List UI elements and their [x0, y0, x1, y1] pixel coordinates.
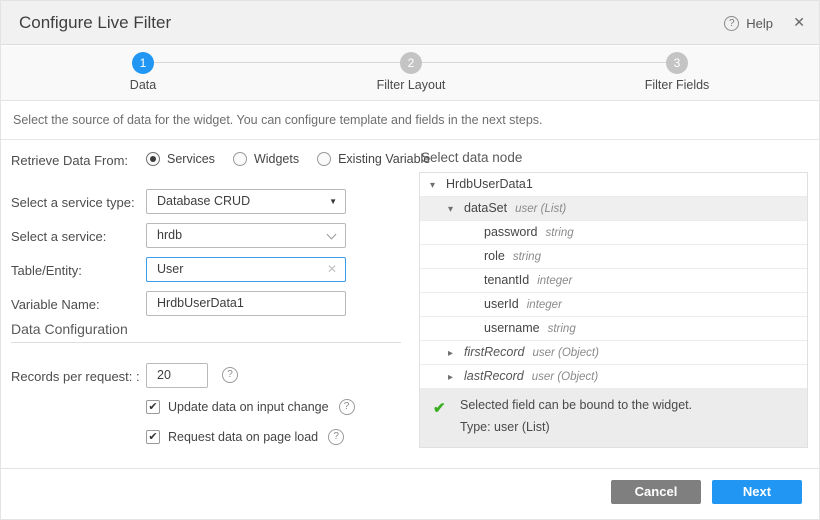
step-2-label: Filter Layout: [341, 78, 481, 92]
tree-node-type: integer: [527, 299, 562, 311]
radio-services-label: Services: [167, 152, 215, 166]
step-description: Select the source of data for the widget…: [1, 102, 819, 140]
tree-row-tenantid[interactable]: tenantId integer: [420, 269, 807, 293]
records-per-request-label: Records per request: :: [11, 369, 140, 384]
retrieve-data-from-radios: Services Widgets Existing Variable: [146, 152, 430, 166]
tree-row-password[interactable]: password string: [420, 221, 807, 245]
tree-node-type: user (Object): [532, 347, 598, 359]
chevron-down-icon: [327, 230, 337, 240]
success-check-icon: ✔: [433, 399, 446, 417]
tree-node-name: firstRecord: [464, 345, 524, 359]
service-label: Select a service:: [11, 229, 106, 244]
tree-row-role[interactable]: role string: [420, 245, 807, 269]
tree-node-type: integer: [537, 275, 572, 287]
step-1-label: Data: [73, 78, 213, 92]
service-type-select[interactable]: Database CRUD ▼: [146, 189, 346, 214]
tree-node-name: dataSet: [464, 201, 507, 215]
tree-node-type: user (List): [515, 203, 566, 215]
table-entity-label: Table/Entity:: [11, 263, 82, 278]
variable-name-input[interactable]: HrdbUserData1: [146, 291, 346, 316]
update-data-label: Update data on input change: [168, 400, 329, 414]
tree-row-dataset[interactable]: ▾dataSet user (List): [420, 197, 807, 221]
tree-node-type: string: [546, 227, 574, 239]
help-icon: ?: [724, 16, 739, 31]
caret-down-icon[interactable]: ▾: [430, 174, 446, 197]
tree-node-name: HrdbUserData1: [446, 177, 533, 191]
retrieve-data-from-label: Retrieve Data From:: [11, 153, 128, 168]
close-icon[interactable]: ✕: [793, 1, 805, 44]
tree-node-name: tenantId: [484, 273, 529, 287]
variable-name-label: Variable Name:: [11, 297, 100, 312]
table-entity-input[interactable]: User ✕: [146, 257, 346, 282]
service-select[interactable]: hrdb: [146, 223, 346, 248]
cancel-button[interactable]: Cancel: [611, 480, 701, 504]
tree-row-userid[interactable]: userId integer: [420, 293, 807, 317]
caret-right-icon[interactable]: ▸: [448, 342, 464, 365]
step-1-circle[interactable]: 1: [132, 52, 154, 74]
caret-right-icon[interactable]: ▸: [448, 366, 464, 389]
binding-status-box: ✔ Selected field can be bound to the wid…: [420, 389, 807, 447]
tree-node-type: string: [548, 323, 576, 335]
service-type-value: Database CRUD: [157, 194, 250, 208]
request-data-label: Request data on page load: [168, 430, 318, 444]
footer-divider: [1, 468, 819, 469]
radio-services[interactable]: [146, 152, 160, 166]
request-data-help-icon[interactable]: ?: [328, 429, 344, 445]
request-data-checkbox-row: ✔ Request data on page load ?: [146, 429, 344, 445]
dropdown-arrow-icon: ▼: [329, 190, 337, 213]
titlebar: Configure Live Filter ? Help ✕: [1, 1, 819, 45]
update-data-checkbox[interactable]: ✔: [146, 400, 160, 414]
dialog-title: Configure Live Filter: [19, 1, 171, 44]
binding-status-line1: Selected field can be bound to the widge…: [460, 398, 692, 412]
tree-row-firstrecord[interactable]: ▸firstRecord user (Object): [420, 341, 807, 365]
tree-node-name: username: [484, 321, 540, 335]
tree-node-type: user (Object): [532, 371, 598, 383]
tree-node-name: lastRecord: [464, 369, 524, 383]
tree-row-lastrecord[interactable]: ▸lastRecord user (Object): [420, 365, 807, 389]
table-entity-value: User: [157, 262, 183, 276]
step-3-circle[interactable]: 3: [666, 52, 688, 74]
request-data-checkbox[interactable]: ✔: [146, 430, 160, 444]
tree-node-type: string: [513, 251, 541, 263]
variable-name-value: HrdbUserData1: [157, 296, 244, 310]
tree-node-name: password: [484, 225, 538, 239]
radio-existing-variable[interactable]: [317, 152, 331, 166]
tree-node-name: role: [484, 249, 505, 263]
tree-node-name: userId: [484, 297, 519, 311]
records-help-icon[interactable]: ?: [222, 367, 238, 383]
section-divider: [11, 342, 401, 343]
help-button[interactable]: ? Help: [724, 1, 773, 45]
records-per-request-value: 20: [157, 368, 171, 382]
data-configuration-heading: Data Configuration: [11, 321, 128, 337]
service-type-label: Select a service type:: [11, 195, 135, 210]
select-data-node-heading: Select data node: [421, 150, 522, 165]
radio-widgets[interactable]: [233, 152, 247, 166]
radio-existing-variable-label: Existing Variable: [338, 152, 430, 166]
step-2-circle[interactable]: 2: [400, 52, 422, 74]
update-data-checkbox-row: ✔ Update data on input change ?: [146, 399, 355, 415]
step-3-label: Filter Fields: [607, 78, 747, 92]
tree-row-hrdbuserdata1[interactable]: ▾HrdbUserData1: [420, 173, 807, 197]
caret-down-icon[interactable]: ▾: [448, 198, 464, 221]
radio-widgets-label: Widgets: [254, 152, 299, 166]
binding-status-line2: Type: user (List): [460, 420, 550, 434]
wizard-stepper: 1 2 3 Data Filter Layout Filter Fields: [1, 46, 819, 101]
clear-icon[interactable]: ✕: [327, 258, 337, 281]
configure-live-filter-dialog: Configure Live Filter ? Help ✕ 1 2 3 Dat…: [0, 0, 820, 520]
next-button[interactable]: Next: [712, 480, 802, 504]
data-node-tree: ▾HrdbUserData1 ▾dataSetuser (List) passw…: [419, 172, 808, 448]
update-data-help-icon[interactable]: ?: [339, 399, 355, 415]
help-label: Help: [746, 16, 773, 31]
service-value: hrdb: [157, 228, 182, 242]
tree-row-username[interactable]: username string: [420, 317, 807, 341]
records-per-request-input[interactable]: 20: [146, 363, 208, 388]
